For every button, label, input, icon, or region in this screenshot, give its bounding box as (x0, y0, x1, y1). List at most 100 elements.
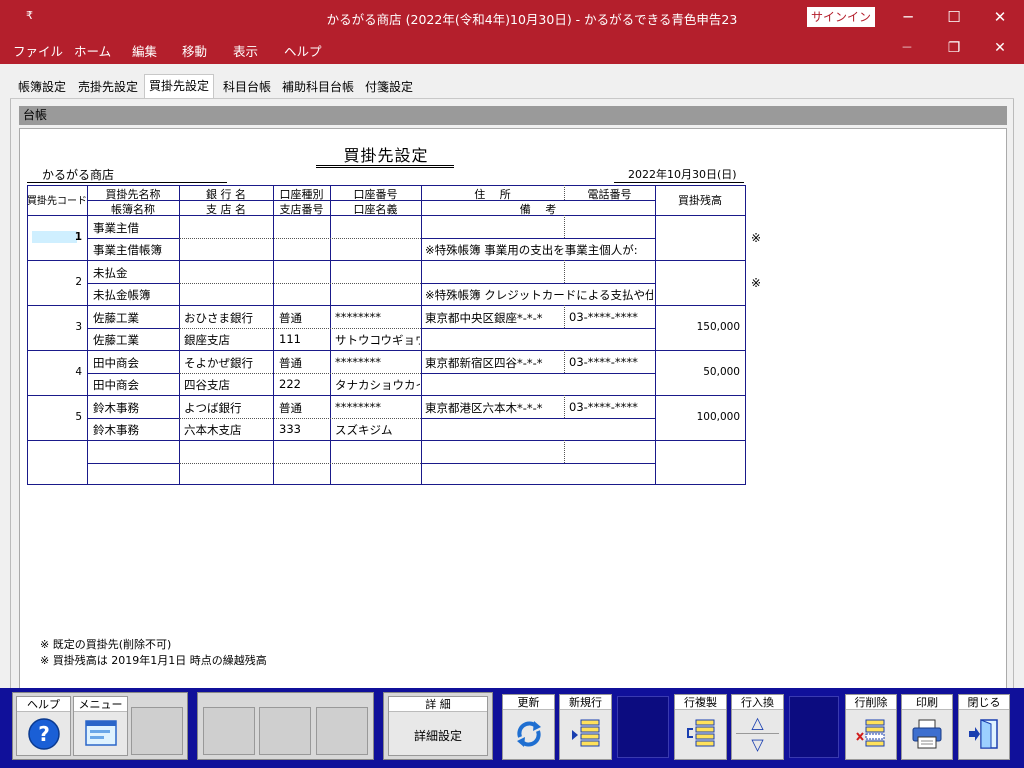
addr-tel-dotted (564, 260, 565, 283)
row-code[interactable]: 1 (30, 231, 82, 243)
bank-name[interactable]: よつば銀行 (184, 400, 271, 416)
supplier-name[interactable]: 田中商会 (93, 355, 177, 371)
sub-row-line (421, 418, 655, 419)
refresh-label: 更新 (503, 695, 554, 710)
new-row-button[interactable]: 新規行 (559, 694, 612, 760)
refresh-button[interactable]: 更新 (502, 694, 555, 760)
detail-settings-button[interactable]: 詳 細 詳細設定 (388, 696, 488, 756)
account-number[interactable]: ******** (335, 400, 420, 414)
balance[interactable]: 50,000 (660, 366, 740, 378)
sub-row-line (87, 373, 179, 374)
phone[interactable]: 03-****-**** (569, 400, 654, 414)
balance[interactable]: 150,000 (660, 321, 740, 333)
swap-row-button[interactable]: 行入換 △ ▽ (731, 694, 784, 760)
supplier-name[interactable]: 未払金 (93, 265, 177, 281)
minimize-icon[interactable]: ─ (885, 0, 931, 34)
sub-row-line (87, 238, 179, 239)
menu-file[interactable]: ファイル (13, 41, 63, 60)
copy-row-button[interactable]: 行複製 (674, 694, 727, 760)
account-holder[interactable]: スズキジム (335, 422, 420, 438)
account-type[interactable]: 普通 (279, 355, 329, 371)
close-icon[interactable]: ✕ (977, 0, 1023, 34)
tab-receivable-settings[interactable]: 売掛先設定 (74, 76, 142, 98)
book-name[interactable]: 未払金帳簿 (93, 287, 177, 303)
row-code[interactable]: 2 (30, 276, 82, 288)
account-holder[interactable]: タナカショウカイ (335, 377, 420, 393)
branch-number[interactable]: 222 (279, 377, 329, 391)
mdi-close-icon[interactable]: ✕ (980, 40, 1020, 56)
account-holder[interactable]: サトウコウギョウ (335, 332, 420, 348)
supplier-name[interactable]: 鈴木事務 (93, 400, 177, 416)
addr-tel-dotted (564, 440, 565, 463)
tab-book-settings[interactable]: 帳簿設定 (14, 76, 70, 98)
bank-name[interactable]: おひさま銀行 (184, 310, 271, 326)
tab-sub-account-ledger[interactable]: 補助科目台帳 (278, 76, 358, 98)
print-label: 印刷 (902, 695, 952, 710)
branch-name[interactable]: 銀座支店 (184, 332, 271, 348)
row-group-divider (27, 305, 746, 306)
book-name[interactable]: 事業主借帳簿 (93, 242, 177, 258)
sub-row-dotted (179, 418, 421, 419)
menu-edit[interactable]: 編集 (132, 41, 157, 60)
menu-home[interactable]: ホーム (74, 41, 111, 60)
book-name[interactable]: 鈴木事務 (93, 422, 177, 438)
menu-help[interactable]: ヘルプ (284, 41, 322, 60)
title-bar: ₹ かるがる商店 (2022年(令和4年)10月30日) - かるがるできる青色… (0, 0, 1024, 34)
move-up-icon[interactable]: △ (732, 713, 783, 732)
row-code[interactable]: 5 (30, 411, 82, 423)
maximize-icon[interactable]: ☐ (931, 0, 977, 34)
addr-tel-dotted (564, 350, 565, 373)
row-code[interactable]: 3 (30, 321, 82, 333)
branch-name[interactable]: 四谷支店 (184, 377, 271, 393)
delete-row-button[interactable]: 行削除 (845, 694, 897, 760)
address[interactable]: 東京都中央区銀座*-*-* (425, 310, 563, 326)
sub-row-dotted (179, 373, 421, 374)
delete-row-icon (856, 719, 885, 747)
mdi-minimize-icon[interactable]: ─ (887, 40, 927, 56)
supplier-name[interactable]: 佐藤工業 (93, 310, 177, 326)
branch-name[interactable]: 六本木支店 (184, 422, 271, 438)
tab-panel: 台帳 買掛先設定 かるがる商店 2022年10月30日(日) 買掛先コード 買掛… (10, 99, 1014, 719)
memo[interactable]: ※特殊帳簿 クレジットカードによる支払や仕 (425, 287, 653, 303)
menu-button[interactable]: メニュー (73, 696, 128, 756)
toolbar-group-help: ヘルプ ? メニュー (12, 692, 188, 760)
mdi-restore-icon[interactable]: ❐ (934, 40, 974, 56)
tab-payable-settings[interactable]: 買掛先設定 (144, 74, 215, 99)
book-name[interactable]: 佐藤工業 (93, 332, 177, 348)
account-type[interactable]: 普通 (279, 310, 329, 326)
menu-view[interactable]: 表示 (233, 41, 258, 60)
sub-row-dotted (179, 238, 421, 239)
book-name[interactable]: 田中商会 (93, 377, 177, 393)
branch-number[interactable]: 111 (279, 332, 329, 346)
address[interactable]: 東京都新宿区四谷*-*-* (425, 355, 563, 371)
ledger-sheet: 買掛先設定 かるがる商店 2022年10月30日(日) 買掛先コード 買掛先名称… (19, 128, 1007, 706)
signin-button[interactable]: サインイン (807, 7, 875, 27)
bank-name[interactable]: そよかぜ銀行 (184, 355, 271, 371)
close-button[interactable]: 閉じる (958, 694, 1010, 760)
tab-sticky-settings[interactable]: 付箋設定 (361, 76, 417, 98)
detail-label: 詳 細 (389, 697, 487, 712)
row-code[interactable]: 4 (30, 366, 82, 378)
print-button[interactable]: 印刷 (901, 694, 953, 760)
move-down-icon[interactable]: ▽ (732, 735, 783, 754)
sub-row-line (421, 238, 655, 239)
account-number[interactable]: ******** (335, 310, 420, 324)
book-name[interactable] (93, 467, 177, 481)
branch-number[interactable]: 333 (279, 422, 329, 436)
address[interactable]: 東京都港区六本木*-*-* (425, 400, 563, 416)
empty-slot (789, 696, 839, 758)
phone[interactable]: 03-****-**** (569, 355, 654, 369)
balance[interactable]: 100,000 (660, 411, 740, 423)
account-number[interactable]: ******** (335, 355, 420, 369)
menu-move[interactable]: 移動 (182, 41, 207, 60)
memo[interactable]: ※特殊帳簿 事業用の支出を事業主個人が: (425, 242, 653, 258)
help-button[interactable]: ヘルプ ? (16, 696, 71, 756)
empty-slot (131, 707, 183, 755)
menu-window-icon (84, 720, 117, 746)
account-type[interactable]: 普通 (279, 400, 329, 416)
supplier-name[interactable]: 事業主借 (93, 220, 177, 236)
tab-account-ledger[interactable]: 科目台帳 (219, 76, 275, 98)
supplier-name[interactable] (93, 445, 177, 459)
refresh-icon (516, 721, 541, 747)
phone[interactable]: 03-****-**** (569, 310, 654, 324)
